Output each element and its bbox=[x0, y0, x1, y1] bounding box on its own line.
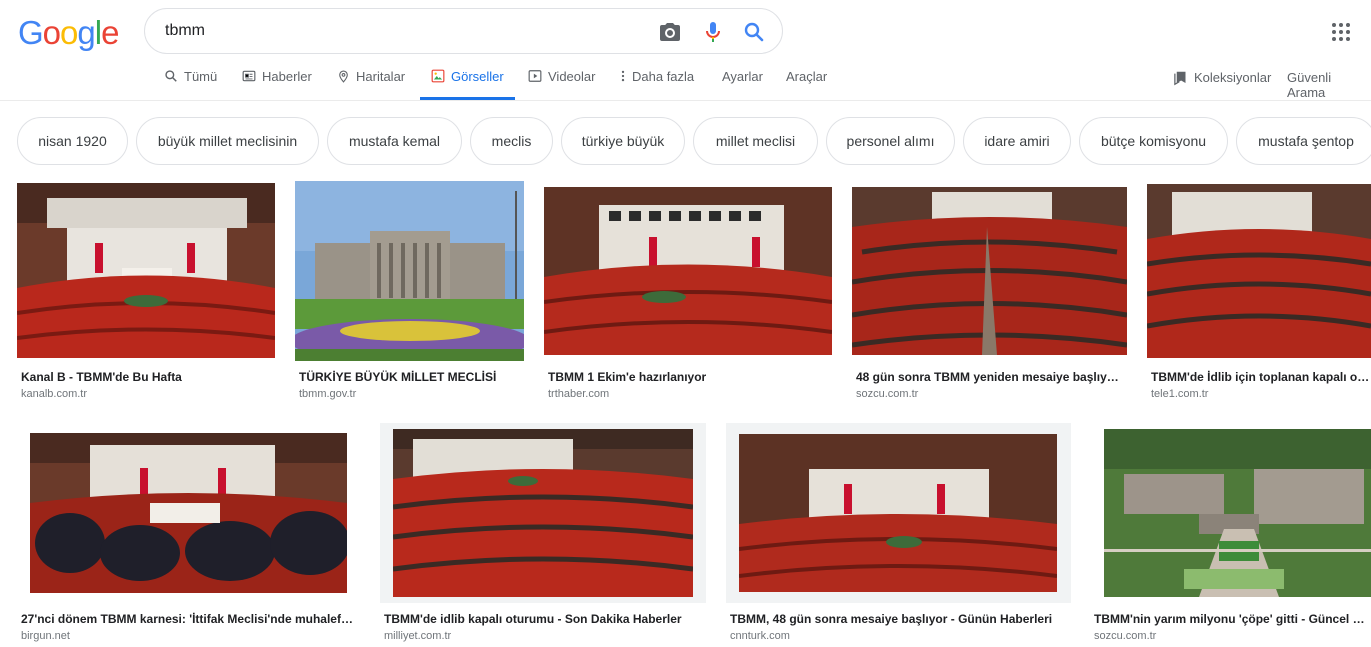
related-search-chip[interactable]: personel alımı bbox=[826, 117, 955, 165]
bookmark-collection-icon bbox=[1174, 71, 1186, 86]
search-input[interactable]: tbmm bbox=[165, 22, 205, 40]
news-icon bbox=[242, 70, 256, 82]
logo-letter: o bbox=[42, 14, 61, 51]
tab-label: Videolar bbox=[548, 69, 596, 84]
images-icon bbox=[431, 69, 445, 83]
result-title[interactable]: 27'nci dönem TBMM karnesi: 'İttifak Mecl… bbox=[21, 612, 356, 626]
header-divider bbox=[0, 100, 1371, 101]
safe-search-link[interactable]: Güvenli Arama bbox=[1287, 70, 1371, 102]
tab-maps[interactable]: Haritalar bbox=[337, 69, 405, 101]
related-search-chip[interactable]: mustafa kemal bbox=[327, 117, 462, 165]
result-source[interactable]: kanalb.com.tr bbox=[21, 388, 87, 400]
tab-label: Haritalar bbox=[356, 69, 406, 84]
tab-label: Görseller bbox=[451, 69, 504, 84]
result-thumbnail[interactable] bbox=[30, 433, 347, 593]
search-icon[interactable] bbox=[742, 20, 766, 44]
tab-label: Araçlar bbox=[786, 69, 828, 84]
result-title[interactable]: TBMM'nin yarım milyonu 'çöpe' gitti - Gü… bbox=[1094, 612, 1371, 626]
result-thumbnail[interactable] bbox=[1104, 429, 1371, 597]
google-logo[interactable]: Google bbox=[18, 14, 119, 52]
result-title[interactable]: TÜRKİYE BÜYÜK MİLLET MECLİSİ bbox=[299, 370, 521, 384]
logo-letter: G bbox=[18, 14, 44, 51]
microphone-icon[interactable] bbox=[701, 20, 725, 44]
tab-more[interactable]: Daha fazla bbox=[620, 69, 694, 101]
tab-tools[interactable]: Araçlar bbox=[786, 69, 827, 101]
result-thumbnail[interactable] bbox=[852, 187, 1127, 355]
result-title[interactable]: TBMM'de idlib kapalı oturumu - Son Dakik… bbox=[384, 612, 702, 626]
result-title[interactable]: TBMM'de İdlib için toplanan kapalı oturu bbox=[1151, 370, 1371, 384]
more-vertical-icon bbox=[621, 70, 625, 82]
tab-label: Daha fazla bbox=[632, 69, 695, 84]
logo-letter: o bbox=[60, 14, 78, 51]
safe-search-label: Güvenli Arama bbox=[1287, 70, 1332, 100]
result-thumbnail[interactable] bbox=[295, 181, 524, 361]
result-thumbnail[interactable] bbox=[544, 187, 832, 355]
logo-letter: e bbox=[101, 14, 119, 51]
tab-all[interactable]: Tümü bbox=[164, 69, 217, 101]
result-title[interactable]: TBMM, 48 gün sonra mesaiye başlıyor - Gü… bbox=[730, 612, 1066, 626]
tab-settings[interactable]: Ayarlar bbox=[722, 69, 763, 101]
result-thumbnail[interactable] bbox=[1147, 184, 1371, 358]
logo-letter: g bbox=[77, 14, 95, 51]
result-title[interactable]: TBMM 1 Ekim'e hazırlanıyor bbox=[548, 370, 828, 384]
related-search-chip[interactable]: bütçe komisyonu bbox=[1079, 117, 1228, 165]
result-source[interactable]: sozcu.com.tr bbox=[856, 388, 918, 400]
result-source[interactable]: trthaber.com bbox=[548, 388, 609, 400]
related-search-chip[interactable]: mustafa şentop bbox=[1236, 117, 1371, 165]
result-source[interactable]: tbmm.gov.tr bbox=[299, 388, 356, 400]
related-search-chip[interactable]: millet meclisi bbox=[693, 117, 818, 165]
collections-link[interactable]: Koleksiyonlar bbox=[1173, 70, 1271, 102]
result-source[interactable]: tele1.com.tr bbox=[1151, 388, 1208, 400]
collections-label: Koleksiyonlar bbox=[1194, 70, 1272, 85]
tab-news[interactable]: Haberler bbox=[242, 69, 312, 101]
result-title[interactable]: Kanal B - TBMM'de Bu Hafta bbox=[21, 370, 271, 384]
tab-label: Haberler bbox=[262, 69, 312, 84]
result-thumbnail[interactable] bbox=[393, 429, 693, 597]
related-search-chip[interactable]: büyük millet meclisinin bbox=[136, 117, 319, 165]
result-source[interactable]: sozcu.com.tr bbox=[1094, 630, 1156, 642]
result-source[interactable]: cnnturk.com bbox=[730, 630, 790, 642]
tab-label: Tümü bbox=[184, 69, 218, 84]
apps-grid-icon[interactable] bbox=[1331, 22, 1351, 42]
camera-icon[interactable] bbox=[658, 20, 682, 44]
result-thumbnail[interactable] bbox=[17, 183, 275, 358]
result-source[interactable]: milliyet.com.tr bbox=[384, 630, 451, 642]
tab-videos[interactable]: Videolar bbox=[528, 69, 595, 101]
related-search-chip[interactable]: idare amiri bbox=[963, 117, 1071, 165]
related-search-chip[interactable]: türkiye büyük bbox=[561, 117, 685, 165]
search-icon bbox=[165, 70, 177, 82]
result-source[interactable]: birgun.net bbox=[21, 630, 70, 642]
result-title[interactable]: 48 gün sonra TBMM yeniden mesaiye başlıy… bbox=[856, 370, 1124, 384]
result-thumbnail[interactable] bbox=[739, 434, 1057, 592]
search-box[interactable]: tbmm bbox=[144, 8, 783, 54]
play-icon bbox=[528, 70, 542, 82]
related-search-chip[interactable]: meclis bbox=[470, 117, 553, 165]
map-pin-icon bbox=[339, 70, 348, 83]
related-search-chip[interactable]: nisan 1920 bbox=[17, 117, 128, 165]
tab-label: Ayarlar bbox=[722, 69, 763, 84]
